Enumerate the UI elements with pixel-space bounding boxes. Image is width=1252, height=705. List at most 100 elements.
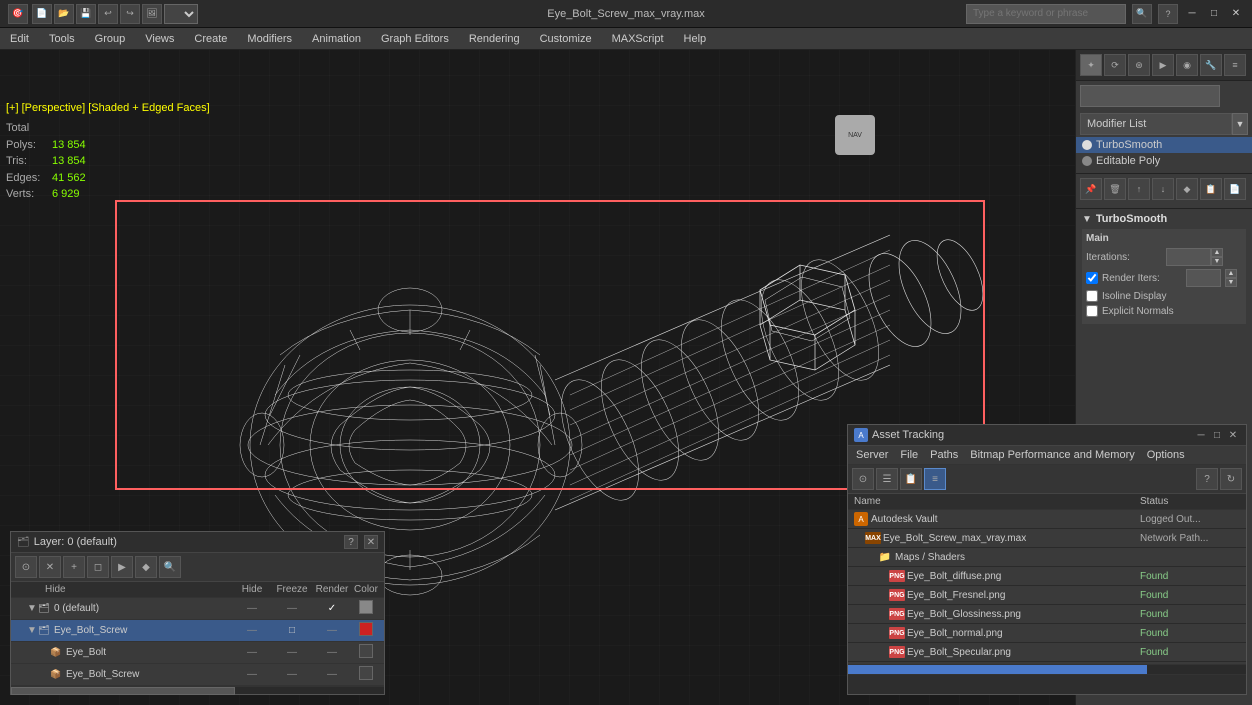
object-name-input[interactable]: Eye_Bolt bbox=[1080, 85, 1220, 107]
layer-color-default[interactable] bbox=[352, 600, 380, 617]
asset-row-vault[interactable]: A Autodesk Vault Logged Out... bbox=[848, 510, 1246, 529]
open-file-btn[interactable]: 📂 bbox=[54, 4, 74, 24]
rp-create-btn[interactable]: ✦ bbox=[1080, 54, 1102, 76]
layer-color-ebs[interactable] bbox=[352, 622, 380, 639]
menu-customize[interactable]: Customize bbox=[530, 28, 602, 49]
layer-expand-ebs[interactable]: ▼ bbox=[27, 625, 37, 636]
layer-freeze-ebs2[interactable]: — bbox=[272, 669, 312, 680]
asset-tool-4[interactable]: ≡ bbox=[924, 468, 946, 490]
asset-row-maps[interactable]: 📁 Maps / Shaders bbox=[848, 548, 1246, 567]
render-iters-checkbox[interactable] bbox=[1086, 272, 1098, 284]
turbsmooth-collapse[interactable]: ▼ bbox=[1082, 214, 1092, 225]
menu-maxscript[interactable]: MAXScript bbox=[602, 28, 674, 49]
iterations-down[interactable]: ▼ bbox=[1211, 257, 1223, 266]
menu-group[interactable]: Group bbox=[85, 28, 136, 49]
app-icon[interactable]: 🎯 bbox=[8, 4, 28, 24]
redo-btn[interactable]: ↪ bbox=[120, 4, 140, 24]
layer-render-eb[interactable]: — bbox=[312, 647, 352, 658]
layer-dialog-close[interactable]: ✕ bbox=[364, 535, 378, 549]
layer-freeze-eb[interactable]: — bbox=[272, 647, 312, 658]
layer-dialog-help[interactable]: ? bbox=[344, 535, 358, 549]
mod-make-unique-btn[interactable]: ◆ bbox=[1176, 178, 1198, 200]
asset-menu-options[interactable]: Options bbox=[1143, 448, 1189, 462]
render-iters-up[interactable]: ▲ bbox=[1225, 269, 1237, 278]
new-file-btn[interactable]: 📄 bbox=[32, 4, 52, 24]
menu-help[interactable]: Help bbox=[674, 28, 717, 49]
asset-tool-2[interactable]: ☰ bbox=[876, 468, 898, 490]
asset-maximize-btn[interactable]: □ bbox=[1210, 428, 1224, 442]
rp-hierarchy-btn[interactable]: ⊛ bbox=[1128, 54, 1150, 76]
asset-tool-1[interactable]: ⊙ bbox=[852, 468, 874, 490]
search-btn[interactable]: 🔍 bbox=[1132, 4, 1152, 24]
render-iters-input[interactable]: 2 bbox=[1186, 269, 1221, 287]
asset-minimize-btn[interactable]: ─ bbox=[1194, 428, 1208, 442]
asset-row-glossiness[interactable]: PNG Eye_Bolt_Glossiness.png Found bbox=[848, 605, 1246, 624]
asset-row-max[interactable]: MAX Eye_Bolt_Screw_max_vray.max Network … bbox=[848, 529, 1246, 548]
asset-close-btn[interactable]: ✕ bbox=[1226, 428, 1240, 442]
asset-tool-3[interactable]: 📋 bbox=[900, 468, 922, 490]
menu-tools[interactable]: Tools bbox=[39, 28, 85, 49]
close-btn[interactable]: ✕ bbox=[1228, 6, 1244, 22]
asset-menu-bitmap-perf[interactable]: Bitmap Performance and Memory bbox=[966, 448, 1138, 462]
layer-add-selected-btn[interactable]: ▶ bbox=[111, 556, 133, 578]
mod-paste-btn[interactable]: 📄 bbox=[1224, 178, 1246, 200]
layer-select-objects-btn[interactable]: ◆ bbox=[135, 556, 157, 578]
asset-row-diffuse[interactable]: PNG Eye_Bolt_diffuse.png Found bbox=[848, 567, 1246, 586]
mod-copy-btn[interactable]: 📋 bbox=[1200, 178, 1222, 200]
modifier-list-dropdown[interactable]: ▼ bbox=[1232, 113, 1248, 135]
layer-add-btn[interactable]: + bbox=[63, 556, 85, 578]
undo-btn[interactable]: ↩ bbox=[98, 4, 118, 24]
layer-delete-btn[interactable]: ✕ bbox=[39, 556, 61, 578]
minimize-btn[interactable]: ─ bbox=[1184, 6, 1200, 22]
rp-extra-btn[interactable]: ≡ bbox=[1224, 54, 1246, 76]
menu-graph-editors[interactable]: Graph Editors bbox=[371, 28, 459, 49]
render-iters-down[interactable]: ▼ bbox=[1225, 278, 1237, 287]
modifier-editable-poly[interactable]: Editable Poly bbox=[1076, 153, 1252, 169]
layer-select-btn[interactable]: ◻ bbox=[87, 556, 109, 578]
menu-animation[interactable]: Animation bbox=[302, 28, 371, 49]
maximize-btn[interactable]: □ bbox=[1206, 6, 1222, 22]
layer-find-btn[interactable]: 🔍 bbox=[159, 556, 181, 578]
asset-menu-paths[interactable]: Paths bbox=[926, 448, 962, 462]
workspace-dropdown[interactable]: Workspace: Default bbox=[164, 4, 198, 24]
rp-motion-btn[interactable]: ▶ bbox=[1152, 54, 1174, 76]
layer-render-ebs2[interactable]: — bbox=[312, 669, 352, 680]
layer-scrollbar[interactable] bbox=[11, 686, 384, 694]
asset-menu-file[interactable]: File bbox=[896, 448, 922, 462]
menu-edit[interactable]: Edit bbox=[0, 28, 39, 49]
layer-color-ebs2[interactable] bbox=[352, 666, 380, 683]
mod-move-up-btn[interactable]: ↑ bbox=[1128, 178, 1150, 200]
asset-row-normal[interactable]: PNG Eye_Bolt_normal.png Found bbox=[848, 624, 1246, 643]
layer-scroll-thumb[interactable] bbox=[11, 687, 235, 695]
asset-tool-refresh[interactable]: ↻ bbox=[1220, 468, 1242, 490]
menu-rendering[interactable]: Rendering bbox=[459, 28, 530, 49]
asset-row-specular[interactable]: PNG Eye_Bolt_Specular.png Found bbox=[848, 643, 1246, 662]
search-input[interactable] bbox=[966, 4, 1126, 24]
menu-modifiers[interactable]: Modifiers bbox=[237, 28, 302, 49]
asset-row-fresnel[interactable]: PNG Eye_Bolt_Fresnel.png Found bbox=[848, 586, 1246, 605]
layer-hide-default[interactable]: — bbox=[232, 603, 272, 614]
nav-cube[interactable]: NAV bbox=[835, 115, 875, 155]
layer-row-default[interactable]: ▼ 🗂 0 (default) — — ✓ bbox=[11, 598, 384, 620]
viewport-nav-cube[interactable]: NAV bbox=[830, 110, 880, 160]
layer-hide-ebs[interactable]: — bbox=[232, 625, 272, 636]
rp-utilities-btn[interactable]: 🔧 bbox=[1200, 54, 1222, 76]
layer-row-eye-bolt-screw2[interactable]: 📦 Eye_Bolt_Screw — — — bbox=[11, 664, 384, 686]
layer-render-ebs[interactable]: — bbox=[312, 625, 352, 636]
asset-menu-server[interactable]: Server bbox=[852, 448, 892, 462]
layer-freeze-default[interactable]: — bbox=[272, 603, 312, 614]
mod-move-down-btn[interactable]: ↓ bbox=[1152, 178, 1174, 200]
help-btn[interactable]: ? bbox=[1158, 4, 1178, 24]
isoline-checkbox[interactable] bbox=[1086, 290, 1098, 302]
layer-hide-ebs2[interactable]: — bbox=[232, 669, 272, 680]
save-file-btn[interactable]: 💾 bbox=[76, 4, 96, 24]
rp-modify-btn[interactable]: ⟳ bbox=[1104, 54, 1126, 76]
layer-expand-default[interactable]: ▼ bbox=[27, 603, 37, 614]
scene-states-btn[interactable]: 🖼 bbox=[142, 4, 162, 24]
modifier-turbsmooth[interactable]: TurboSmooth bbox=[1076, 137, 1252, 153]
layer-row-eye-bolt-screw[interactable]: ▼ 🗂 Eye_Bolt_Screw — □ — bbox=[11, 620, 384, 642]
layer-hide-eb[interactable]: — bbox=[232, 647, 272, 658]
iterations-up[interactable]: ▲ bbox=[1211, 248, 1223, 257]
menu-create[interactable]: Create bbox=[184, 28, 237, 49]
mod-delete-btn[interactable]: 🗑 bbox=[1104, 178, 1126, 200]
